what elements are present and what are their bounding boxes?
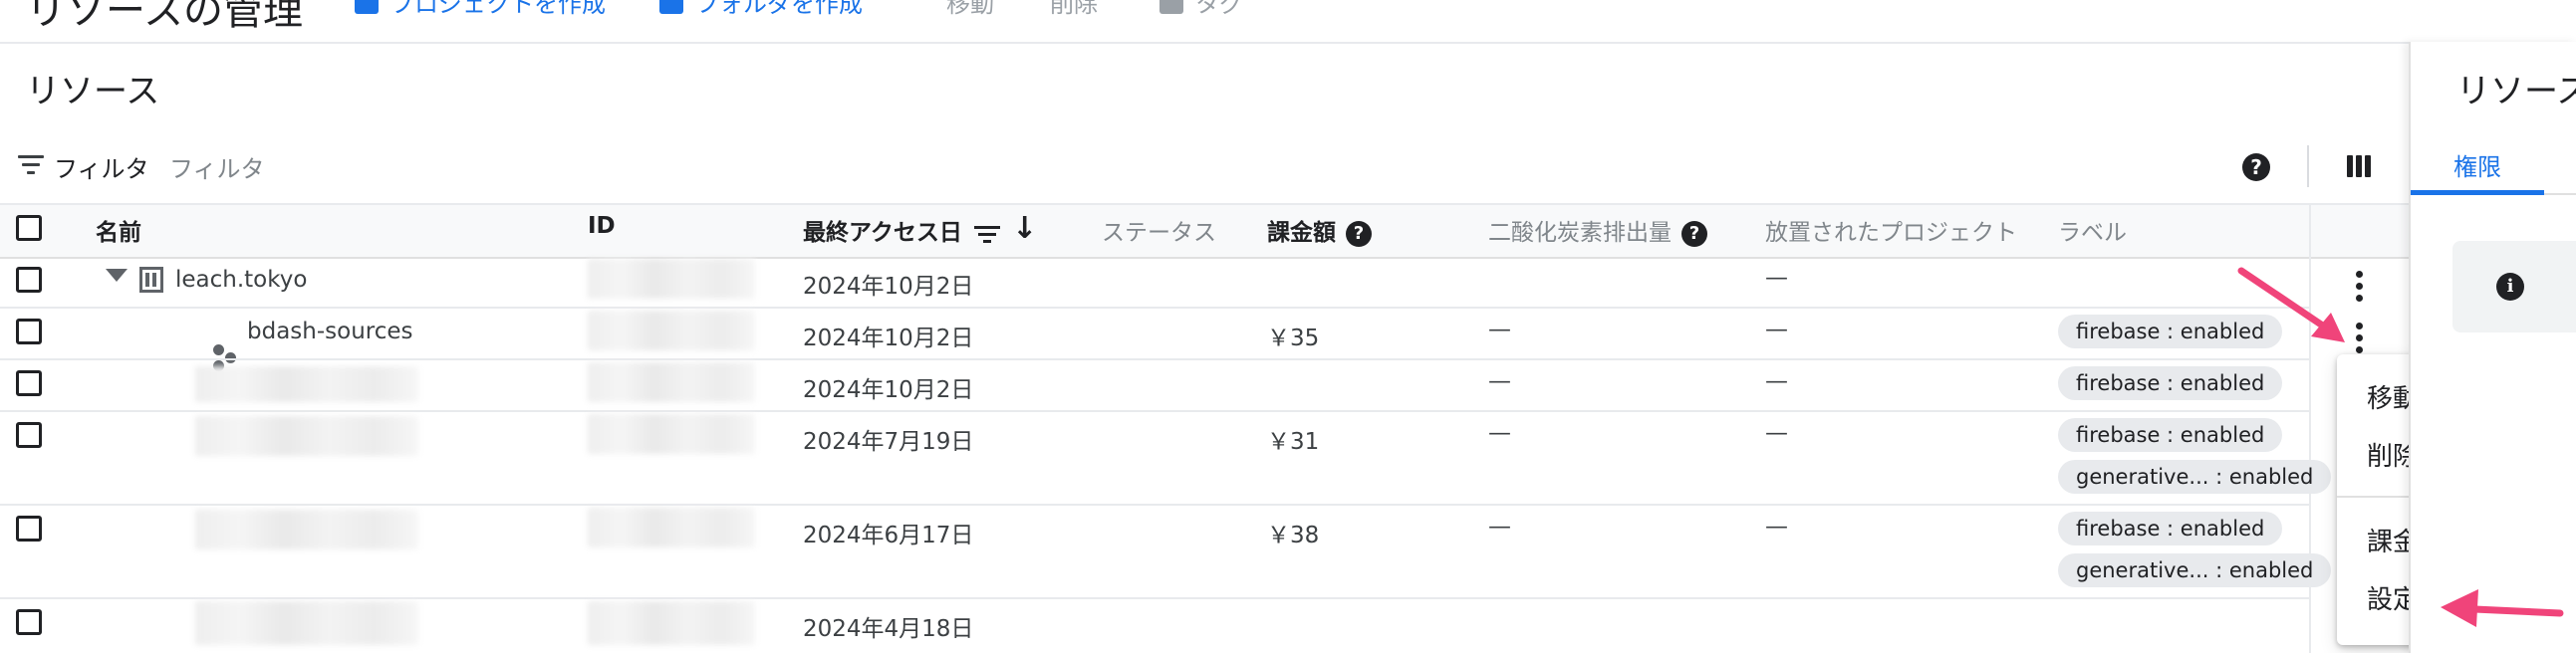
column-header-co2[interactable]: 二酸化炭素排出量? [1488,213,1707,247]
column-header-id[interactable]: ID [588,213,616,239]
expand-triangle-icon[interactable] [106,269,128,282]
row-divider [0,410,2309,412]
redacted-name [195,510,418,549]
row-last-access: 2024年10月2日 [803,274,974,300]
row-last-access: 2024年4月18日 [803,616,974,642]
row-checkbox[interactable] [16,422,42,448]
redacted-name [195,366,418,402]
label-chip: firebase : enabled [2058,366,2283,400]
active-tab-indicator [2411,190,2544,195]
last-access-label: 最終アクセス日 [803,220,962,246]
move-label: 移動 [946,0,994,18]
filter-icon[interactable] [18,154,44,176]
label-chip: generative... : enabled [2058,460,2332,494]
create-project-label: プロジェクトを作成 [390,0,606,18]
column-header-status[interactable]: ステータス [1102,213,1216,247]
row-name[interactable]: leach.tokyo [175,267,307,293]
tag-label: タグ [1195,0,1243,18]
column-display-icon[interactable] [2347,155,2371,177]
row-abandoned: — [1765,317,1788,342]
move-button[interactable]: 移動 [946,0,994,19]
row-checkbox[interactable] [16,267,42,293]
row-checkbox[interactable] [16,319,42,344]
page-title: リソースの管理 [26,0,303,34]
redacted-id [588,362,755,402]
row-billing: ￥38 [1267,523,1320,548]
more-actions-icon[interactable] [2355,271,2363,302]
row-last-access: 2024年7月19日 [803,429,974,455]
redacted-id [588,259,755,299]
row-abandoned: — [1765,265,1788,291]
row-last-access: 2024年10月2日 [803,377,974,403]
row-divider [0,597,2309,599]
organization-icon [139,267,163,293]
resources-heading: リソース [26,72,160,111]
row-divider [0,358,2309,360]
row-checkbox[interactable] [16,609,42,635]
co2-header-label: 二酸化炭素排出量 [1488,220,1672,246]
row-last-access: 2024年6月17日 [803,523,974,548]
column-header-billing[interactable]: 課金額? [1267,213,1372,247]
info-icon: i [2496,273,2524,301]
filter-input[interactable]: フィルタ [169,149,265,184]
sort-icon [973,224,1000,244]
create-folder-button[interactable]: フォルダを作成 [659,0,863,19]
label-chip: generative... : enabled [2058,553,2332,587]
add-folder-icon [659,0,683,14]
add-project-icon [355,0,379,14]
create-project-button[interactable]: プロジェクトを作成 [355,0,606,19]
tag-icon [1159,0,1183,14]
billing-header-label: 課金額 [1267,220,1336,246]
annotation-arrow-settings [2441,589,2564,627]
redacted-name [195,601,418,645]
annotation-arrow-kebab [2237,267,2345,342]
column-header-labels[interactable]: ラベル [2058,213,2127,247]
redacted-id [588,414,755,454]
filter-label: フィルタ [54,155,149,183]
redacted-id [588,311,755,350]
row-abandoned: — [1765,420,1788,446]
right-side-panel [2409,42,2576,653]
row-checkbox[interactable] [16,370,42,396]
row-co2: — [1488,514,1511,540]
help-icon[interactable]: ? [2242,153,2270,181]
row-co2: — [1488,420,1511,446]
toolbar-divider [2307,145,2309,187]
row-last-access: 2024年10月2日 [803,326,974,351]
column-header-abandoned[interactable]: 放置されたプロジェクト [1765,213,2017,247]
row-billing: ￥35 [1267,326,1320,351]
billing-help-icon[interactable]: ? [1346,220,1372,247]
column-header-last-access[interactable]: 最終アクセス日 [803,213,1000,247]
tag-button[interactable]: タグ [1159,0,1243,19]
label-chip: firebase : enabled [2058,418,2283,452]
row-checkbox[interactable] [16,516,42,542]
label-chip: firebase : enabled [2058,512,2283,545]
delete-label: 削除 [1050,0,1098,18]
row-divider [0,504,2309,506]
tab-permissions[interactable]: 権限 [2453,147,2501,182]
co2-help-icon[interactable]: ? [1681,220,1707,247]
create-folder-label: フォルダを作成 [695,0,863,18]
panel-title: リソース [2456,72,2576,111]
row-billing: ￥31 [1267,429,1320,455]
row-co2: — [1488,317,1511,342]
column-header-name[interactable]: 名前 [96,213,141,247]
select-all-checkbox[interactable] [16,215,42,241]
more-actions-icon[interactable] [2355,323,2363,353]
delete-button[interactable]: 削除 [1050,0,1098,19]
redacted-name [195,416,418,456]
row-co2: — [1488,368,1511,394]
row-abandoned: — [1765,514,1788,540]
redacted-id [588,601,755,645]
row-abandoned: — [1765,368,1788,394]
row-name[interactable]: bdash-sources [247,319,413,344]
sort-descending-icon[interactable]: ↓ [1012,211,1037,246]
row-divider [0,307,2309,309]
redacted-id [588,508,755,547]
